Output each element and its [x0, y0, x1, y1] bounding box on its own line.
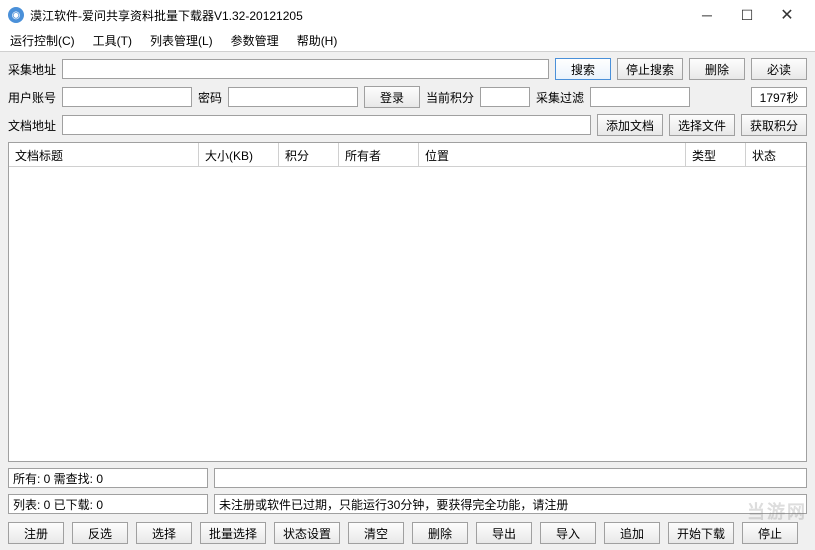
timer-display: 1797秒 [751, 87, 807, 107]
col-points[interactable]: 积分 [279, 143, 339, 166]
doc-url-label: 文档地址 [8, 117, 56, 134]
close-button[interactable]: ✕ [767, 1, 807, 29]
stop-search-button[interactable]: 停止搜索 [617, 58, 683, 80]
current-points-value [480, 87, 530, 107]
minimize-button[interactable]: ─ [687, 1, 727, 29]
menu-param-management[interactable]: 参数管理 [227, 30, 283, 51]
col-type[interactable]: 类型 [686, 143, 746, 166]
search-button[interactable]: 搜索 [555, 58, 611, 80]
menubar: 运行控制(C) 工具(T) 列表管理(L) 参数管理 帮助(H) [0, 30, 815, 52]
select-file-button[interactable]: 选择文件 [669, 114, 735, 136]
menu-help[interactable]: 帮助(H) [293, 30, 342, 51]
col-size[interactable]: 大小(KB) [199, 143, 279, 166]
col-status[interactable]: 状态 [746, 143, 806, 166]
status-row-2: 列表: 0 已下载: 0 未注册或软件已过期，只能运行30分钟，要获得完全功能，… [8, 494, 807, 514]
all-need-find-status: 所有: 0 需查找: 0 [8, 468, 208, 488]
menu-tools[interactable]: 工具(T) [89, 30, 136, 51]
menu-run-control[interactable]: 运行控制(C) [6, 30, 79, 51]
login-row: 用户账号 密码 登录 当前积分 采集过滤 1797秒 [8, 86, 807, 108]
stop-button[interactable]: 停止 [742, 522, 798, 544]
titlebar: ◉ 漠江软件-爱问共享资料批量下载器V1.32-20121205 ─ ☐ ✕ [0, 0, 815, 30]
add-doc-button[interactable]: 添加文档 [597, 114, 663, 136]
document-table: 文档标题 大小(KB) 积分 所有者 位置 类型 状态 [8, 142, 807, 462]
collect-url-label: 采集地址 [8, 61, 56, 78]
table-body[interactable] [9, 167, 806, 461]
current-points-label: 当前积分 [426, 89, 474, 106]
clear-button[interactable]: 清空 [348, 522, 404, 544]
app-window: ◉ 漠江软件-爱问共享资料批量下载器V1.32-20121205 ─ ☐ ✕ 运… [0, 0, 815, 550]
col-location[interactable]: 位置 [419, 143, 686, 166]
append-button[interactable]: 追加 [604, 522, 660, 544]
col-owner[interactable]: 所有者 [339, 143, 419, 166]
bottom-toolbar: 注册 反选 选择 批量选择 状态设置 清空 删除 导出 导入 追加 开始下载 停… [8, 520, 807, 544]
window-controls: ─ ☐ ✕ [687, 1, 807, 29]
app-icon: ◉ [8, 7, 24, 23]
collect-filter-input[interactable] [590, 87, 690, 107]
collect-filter-label: 采集过滤 [536, 89, 584, 106]
col-title[interactable]: 文档标题 [9, 143, 199, 166]
window-title: 漠江软件-爱问共享资料批量下载器V1.32-20121205 [30, 7, 687, 24]
user-account-label: 用户账号 [8, 89, 56, 106]
content-area: 采集地址 搜索 停止搜索 删除 必读 用户账号 密码 登录 当前积分 采集过滤 … [0, 52, 815, 550]
export-button[interactable]: 导出 [476, 522, 532, 544]
start-download-button[interactable]: 开始下载 [668, 522, 734, 544]
table-header: 文档标题 大小(KB) 积分 所有者 位置 类型 状态 [9, 143, 806, 167]
doc-url-input[interactable] [62, 115, 591, 135]
user-account-input[interactable] [62, 87, 192, 107]
invert-select-button[interactable]: 反选 [72, 522, 128, 544]
collect-url-row: 采集地址 搜索 停止搜索 删除 必读 [8, 58, 807, 80]
status-row-1: 所有: 0 需查找: 0 [8, 468, 807, 488]
doc-url-row: 文档地址 添加文档 选择文件 获取积分 [8, 114, 807, 136]
select-button[interactable]: 选择 [136, 522, 192, 544]
status-set-button[interactable]: 状态设置 [274, 522, 340, 544]
password-label: 密码 [198, 89, 222, 106]
maximize-button[interactable]: ☐ [727, 1, 767, 29]
menu-list-management[interactable]: 列表管理(L) [146, 30, 217, 51]
password-input[interactable] [228, 87, 358, 107]
login-button[interactable]: 登录 [364, 86, 420, 108]
get-points-button[interactable]: 获取积分 [741, 114, 807, 136]
list-downloaded-status: 列表: 0 已下载: 0 [8, 494, 208, 514]
register-button[interactable]: 注册 [8, 522, 64, 544]
status-blank-1 [214, 468, 807, 488]
must-read-button[interactable]: 必读 [751, 58, 807, 80]
import-button[interactable]: 导入 [540, 522, 596, 544]
collect-url-input[interactable] [62, 59, 549, 79]
batch-select-button[interactable]: 批量选择 [200, 522, 266, 544]
delete-bottom-button[interactable]: 删除 [412, 522, 468, 544]
register-message: 未注册或软件已过期，只能运行30分钟，要获得完全功能，请注册 [214, 494, 807, 514]
delete-button[interactable]: 删除 [689, 58, 745, 80]
